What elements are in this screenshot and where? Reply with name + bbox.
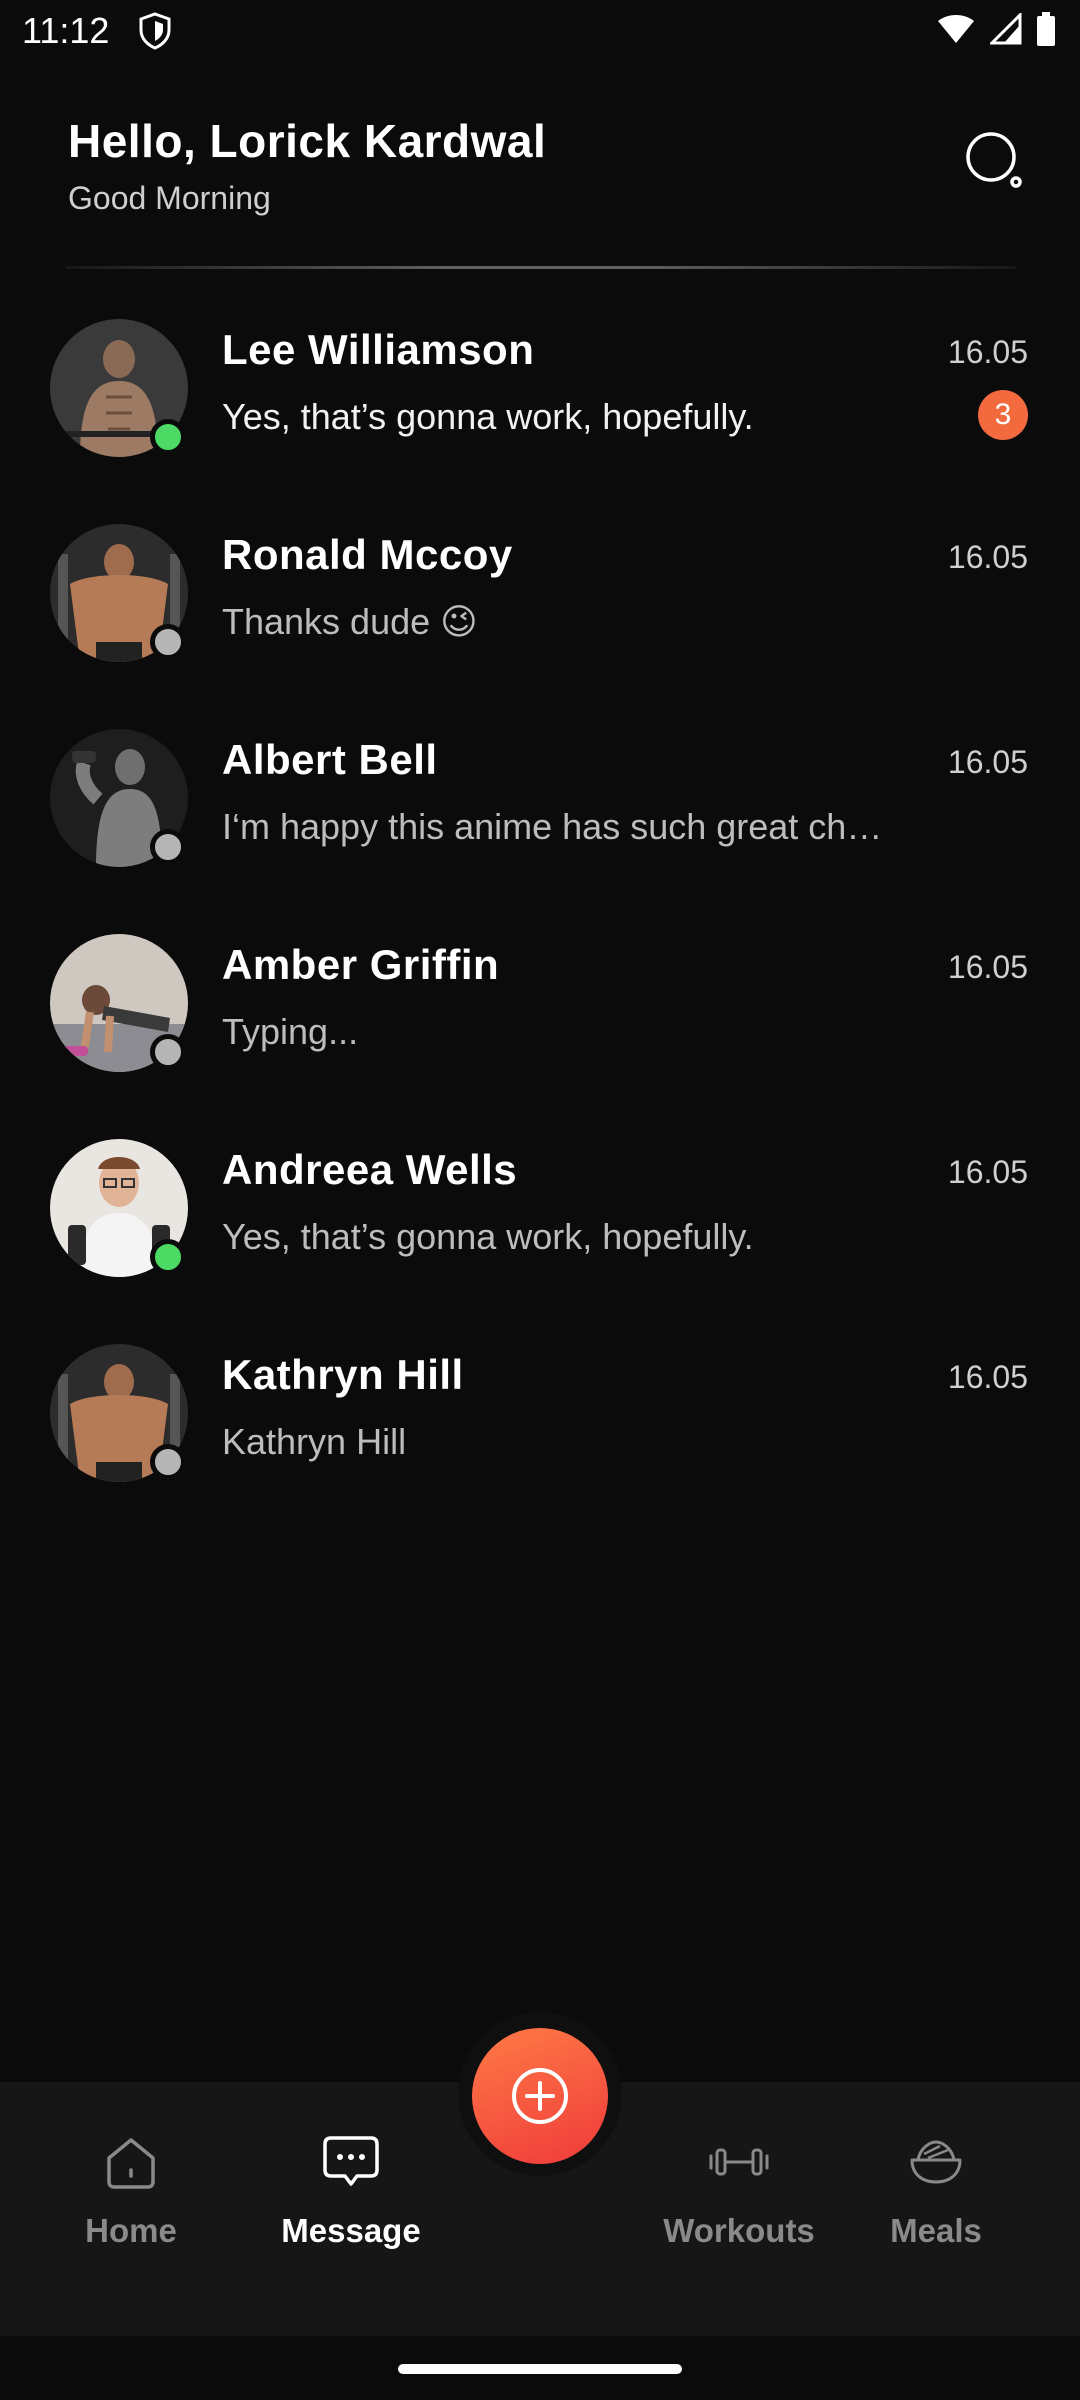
message-preview: Thanks dude 😉 — [222, 601, 478, 642]
bowl-icon — [910, 2140, 962, 2184]
message-preview: Typing... — [222, 1011, 359, 1052]
home-indicator[interactable] — [398, 2364, 682, 2374]
battery-icon — [1037, 12, 1055, 46]
nav-message[interactable]: Message — [266, 2130, 436, 2250]
contact-name: Albert Bell — [222, 736, 438, 783]
contact-name: Ronald Mccoy — [222, 531, 513, 578]
nav-workouts-label: Workouts — [663, 2212, 815, 2249]
nav-home-label: Home — [85, 2212, 177, 2249]
offline-status-dot — [150, 829, 186, 865]
online-status-dot — [150, 1239, 186, 1275]
dumbbell-icon — [709, 2148, 769, 2176]
nav-message-label: Message — [281, 2212, 421, 2249]
nav-meals-label: Meals — [890, 2212, 982, 2249]
status-bar: 11:12 — [0, 0, 1080, 64]
header-divider — [66, 266, 1016, 269]
wifi-icon — [938, 15, 974, 43]
conversation-item[interactable]: Andreea Wells 16.05 Yes, that’s gonna wo… — [0, 1120, 1080, 1325]
search-button[interactable] — [964, 130, 1028, 194]
search-icon — [966, 132, 1022, 188]
offline-status-dot — [150, 624, 186, 660]
conversation-item[interactable]: Lee Williamson 16.05 Yes, that’s gonna w… — [0, 300, 1080, 505]
message-preview: I‘m happy this anime has such great char… — [222, 806, 902, 847]
greeting-title: Hello, Lorick Kardwal — [68, 115, 547, 167]
message-preview: Yes, that’s gonna work, hopefully. — [222, 1216, 754, 1257]
conversation-item[interactable]: Ronald Mccoy 16.05 Thanks dude 😉 — [0, 505, 1080, 710]
plus-circle-icon — [512, 2068, 568, 2124]
contact-name: Lee Williamson — [222, 326, 535, 373]
message-time: 16.05 — [947, 744, 1028, 780]
nav-home[interactable]: Home — [46, 2130, 216, 2250]
message-preview: Yes, that’s gonna work, hopefully. — [222, 396, 754, 437]
message-time: 16.05 — [947, 949, 1028, 985]
status-icons — [936, 12, 1056, 46]
message-time: 16.05 — [947, 1359, 1028, 1395]
new-item-button[interactable] — [472, 2028, 608, 2164]
home-icon — [107, 2138, 155, 2189]
message-time: 16.05 — [947, 334, 1028, 370]
online-status-dot — [150, 419, 186, 455]
signal-icon — [990, 13, 1022, 45]
nav-workouts[interactable]: Workouts — [654, 2130, 824, 2250]
contact-name: Andreea Wells — [222, 1146, 518, 1193]
shield-icon — [139, 12, 171, 50]
conversation-item[interactable]: Amber Griffin 16.05 Typing... — [0, 915, 1080, 1120]
contact-name: Kathryn Hill — [222, 1351, 464, 1398]
greeting-subtitle: Good Morning — [68, 180, 271, 216]
contact-name: Amber Griffin — [222, 941, 500, 988]
conversation-item[interactable]: Kathryn Hill 16.05 Kathryn Hill — [0, 1325, 1080, 1530]
offline-status-dot — [150, 1034, 186, 1070]
unread-count-badge: 3 — [978, 390, 1028, 440]
message-time: 16.05 — [947, 1154, 1028, 1190]
conversation-item[interactable]: Albert Bell 16.05 I‘m happy this anime h… — [0, 710, 1080, 915]
nav-meals[interactable]: Meals — [851, 2130, 1021, 2250]
offline-status-dot — [150, 1444, 186, 1480]
message-preview: Kathryn Hill — [222, 1421, 407, 1462]
status-time: 11:12 — [22, 10, 110, 51]
message-time: 16.05 — [947, 539, 1028, 575]
conversation-list: Lee Williamson 16.05 Yes, that’s gonna w… — [0, 300, 1080, 1530]
chat-bubble-icon — [323, 2136, 379, 2186]
